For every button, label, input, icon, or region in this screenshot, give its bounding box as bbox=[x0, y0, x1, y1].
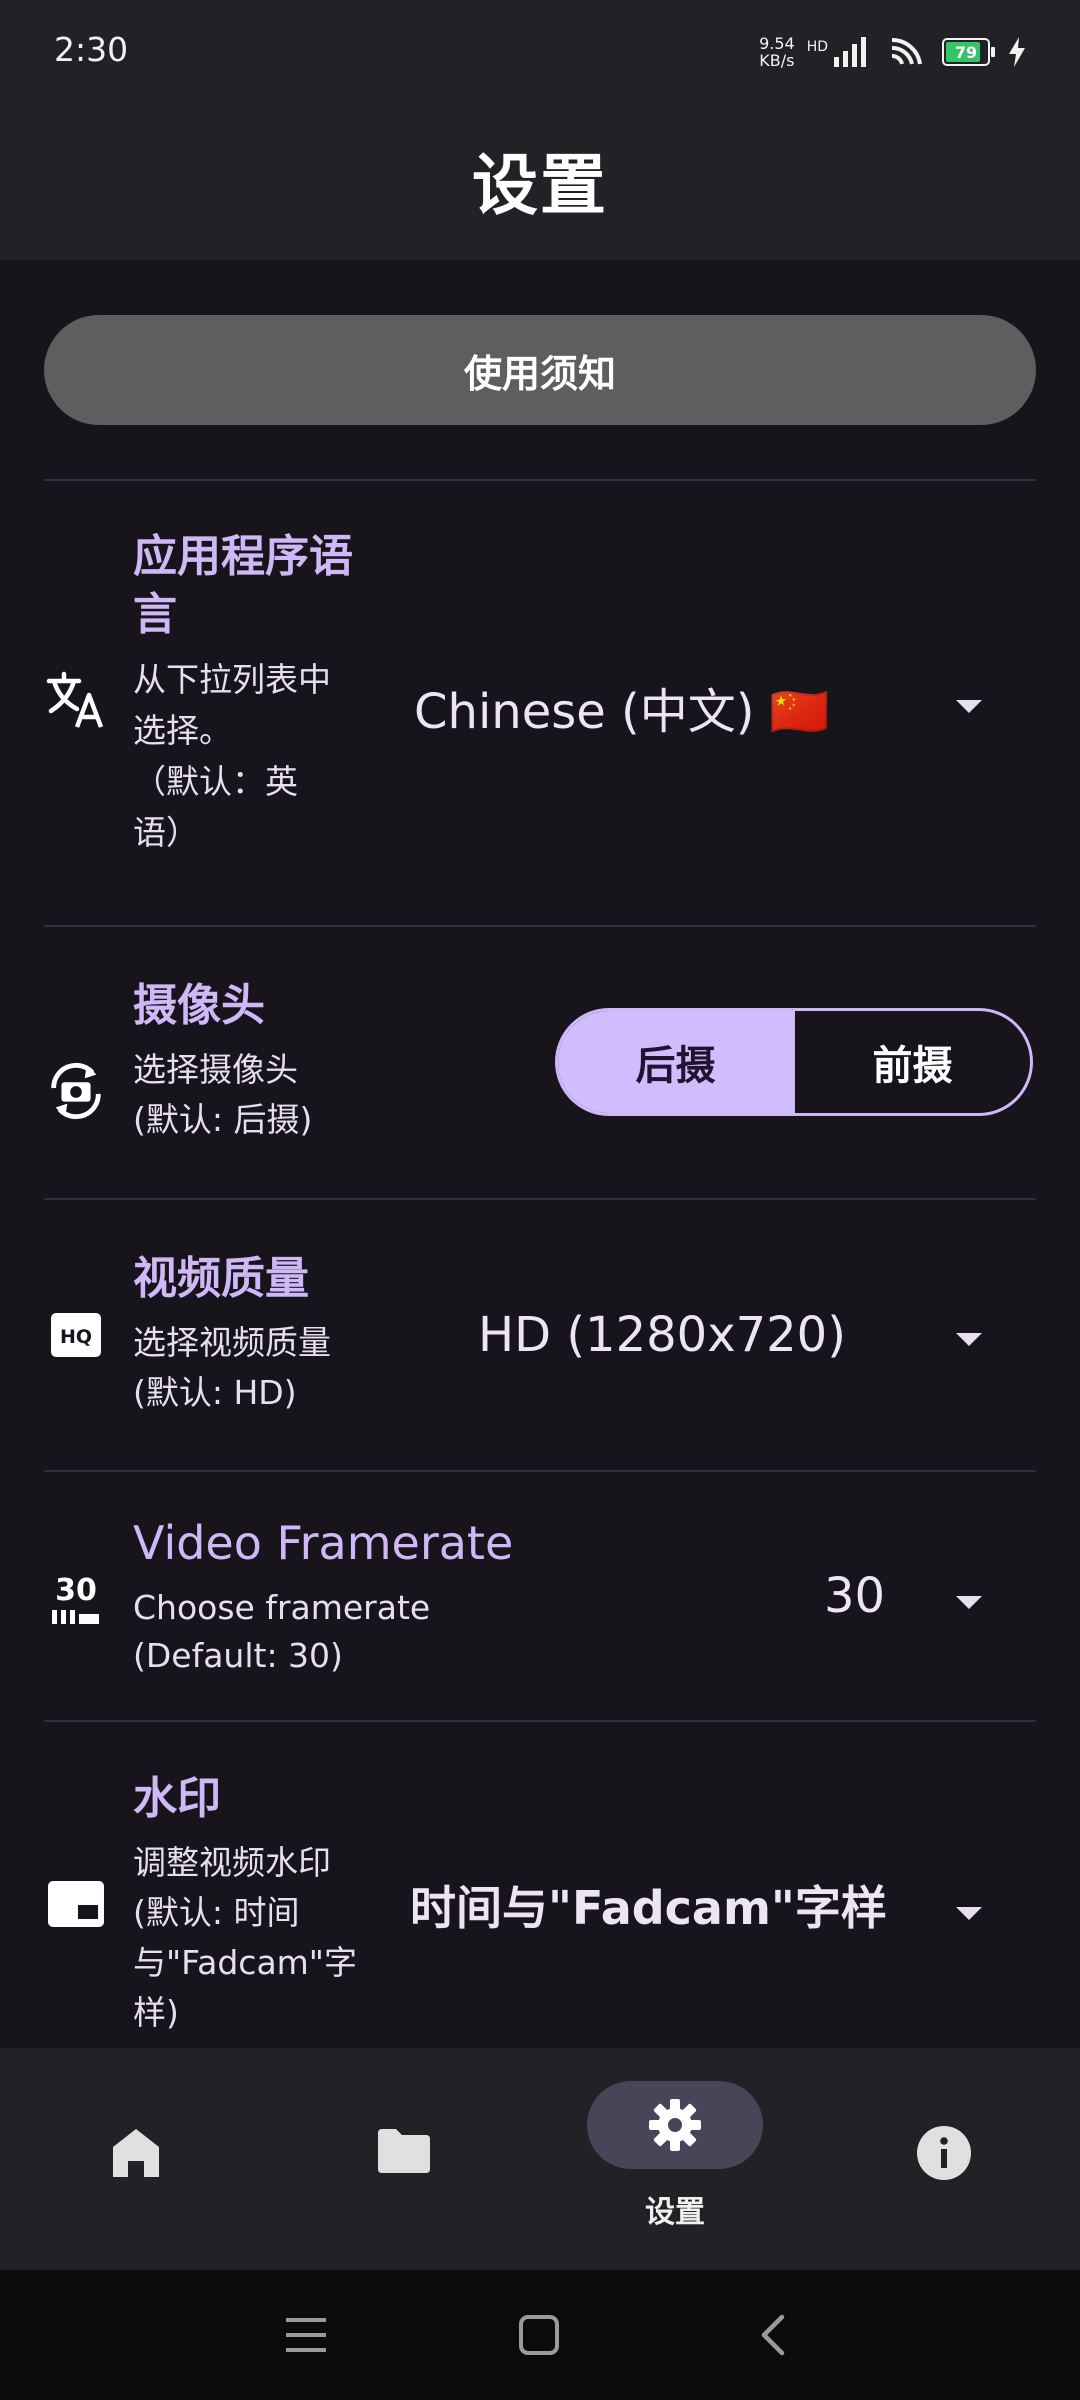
svg-text:HQ: HQ bbox=[60, 1326, 92, 1348]
setting-description: 选择摄像头 bbox=[133, 1050, 298, 1089]
network-speed-unit: KB/s bbox=[759, 51, 795, 70]
chevron-down-icon[interactable] bbox=[956, 1333, 982, 1346]
battery-icon: 79 bbox=[942, 38, 995, 66]
menu-icon[interactable] bbox=[286, 2316, 326, 2354]
home-icon[interactable] bbox=[109, 2125, 163, 2183]
video-quality-dropdown[interactable]: HD (1280x720) bbox=[478, 1307, 846, 1363]
framerate-value: 30 bbox=[824, 1568, 886, 1624]
setting-language[interactable]: 应用程序语 言 从下拉列表中 选择。 （默认：英 语） Chinese (中文)… bbox=[0, 482, 1080, 925]
setting-description: （默认：英 bbox=[133, 762, 298, 801]
camera-selector[interactable]: 后摄 前摄 bbox=[555, 1008, 1033, 1116]
setting-description: 调整视频水印 bbox=[133, 1843, 331, 1882]
camera-option-rear[interactable]: 后摄 bbox=[558, 1011, 793, 1113]
home-square-icon[interactable] bbox=[519, 2315, 559, 2355]
setting-title: Video Framerate bbox=[133, 1516, 514, 1570]
setting-title: 视频质量 bbox=[133, 1253, 309, 1304]
folder-icon[interactable] bbox=[374, 2125, 434, 2181]
camera-option-front[interactable]: 前摄 bbox=[793, 1011, 1030, 1113]
framerate-30-icon: 30 bbox=[44, 1568, 108, 1632]
chevron-down-icon[interactable] bbox=[956, 1907, 982, 1920]
battery-level: 79 bbox=[954, 42, 978, 62]
divider bbox=[44, 479, 1036, 481]
chevron-down-icon[interactable] bbox=[956, 1596, 982, 1609]
watermark-dropdown[interactable]: 时间与"Fadcam"字样 bbox=[410, 1872, 887, 1938]
setting-title-cont: 言 bbox=[133, 589, 177, 640]
setting-description: (Default: 30) bbox=[133, 1636, 343, 1675]
setting-description: 选择。 bbox=[133, 711, 232, 750]
nav-home[interactable] bbox=[84, 2048, 188, 2270]
language-dropdown[interactable]: Chinese (中文) 🇨🇳 bbox=[414, 672, 830, 742]
status-time: 2:30 bbox=[54, 30, 129, 69]
setting-framerate[interactable]: 30 Video Framerate Choose framerate (Def… bbox=[0, 1472, 1080, 1720]
hq-icon: HQ bbox=[44, 1303, 108, 1367]
network-speed: 9.54 KB/s bbox=[759, 35, 795, 69]
page-title: 设置 bbox=[472, 147, 608, 224]
camera-switch-icon bbox=[44, 1059, 108, 1123]
setting-description: 样) bbox=[133, 1993, 179, 2032]
setting-title: 应用程序语 bbox=[133, 531, 353, 582]
translate-icon bbox=[44, 668, 108, 732]
setting-video-quality[interactable]: HQ 视频质量 选择视频质量 (默认: HD) HD (1280x720) bbox=[0, 1200, 1080, 1470]
watermark-icon bbox=[44, 1872, 108, 1936]
nav-about[interactable] bbox=[892, 2048, 996, 2270]
nav-settings-label: 设置 bbox=[645, 2195, 705, 2230]
app-header: 设置 bbox=[0, 100, 1080, 260]
setting-description: 从下拉列表中 bbox=[133, 660, 331, 699]
setting-description: (默认: HD) bbox=[133, 1373, 297, 1412]
status-icons: 9.54 KB/s HD 79 bbox=[759, 32, 1026, 72]
back-icon[interactable] bbox=[758, 2314, 788, 2356]
status-bar: 2:30 9.54 KB/s HD 79 bbox=[0, 0, 1080, 100]
chevron-down-icon[interactable] bbox=[956, 700, 982, 713]
setting-title: 摄像头 bbox=[133, 980, 265, 1031]
nav-settings[interactable]: 设置 bbox=[587, 2048, 763, 2270]
setting-description: (默认: 后摄) bbox=[133, 1100, 313, 1139]
setting-description: 与"Fadcam"字 bbox=[133, 1943, 357, 1982]
info-icon[interactable] bbox=[916, 2125, 972, 2185]
gear-icon bbox=[649, 2099, 701, 2151]
setting-description: 选择视频质量 bbox=[133, 1323, 331, 1362]
svg-text:30: 30 bbox=[55, 1573, 97, 1608]
wifi-icon bbox=[891, 37, 922, 65]
language-value: Chinese (中文) 🇨🇳 bbox=[414, 684, 830, 740]
setting-watermark[interactable]: 水印 调整视频水印 (默认: 时间 与"Fadcam"字 样) 时间与"Fadc… bbox=[0, 1722, 1080, 2048]
setting-description: Choose framerate bbox=[133, 1588, 431, 1627]
framerate-dropdown[interactable]: 30 bbox=[824, 1568, 885, 1624]
nav-active-indicator[interactable] bbox=[587, 2081, 763, 2169]
setting-title: 水印 bbox=[133, 1773, 221, 1824]
system-navigation-bar bbox=[0, 2270, 1080, 2400]
setting-description: 语） bbox=[133, 813, 199, 852]
setting-description: (默认: 时间 bbox=[133, 1893, 300, 1932]
charging-icon bbox=[1009, 37, 1025, 67]
usage-notice-button[interactable]: 使用须知 bbox=[44, 315, 1036, 425]
watermark-value: 时间与"Fadcam"字样 bbox=[410, 1881, 887, 1935]
bottom-navigation: 设置 bbox=[0, 2048, 1080, 2270]
video-quality-value: HD (1280x720) bbox=[478, 1307, 846, 1363]
nav-files[interactable] bbox=[352, 2048, 456, 2270]
network-type: HD bbox=[806, 39, 828, 55]
signal-icon: HD bbox=[807, 37, 870, 67]
network-speed-value: 9.54 bbox=[759, 34, 795, 53]
